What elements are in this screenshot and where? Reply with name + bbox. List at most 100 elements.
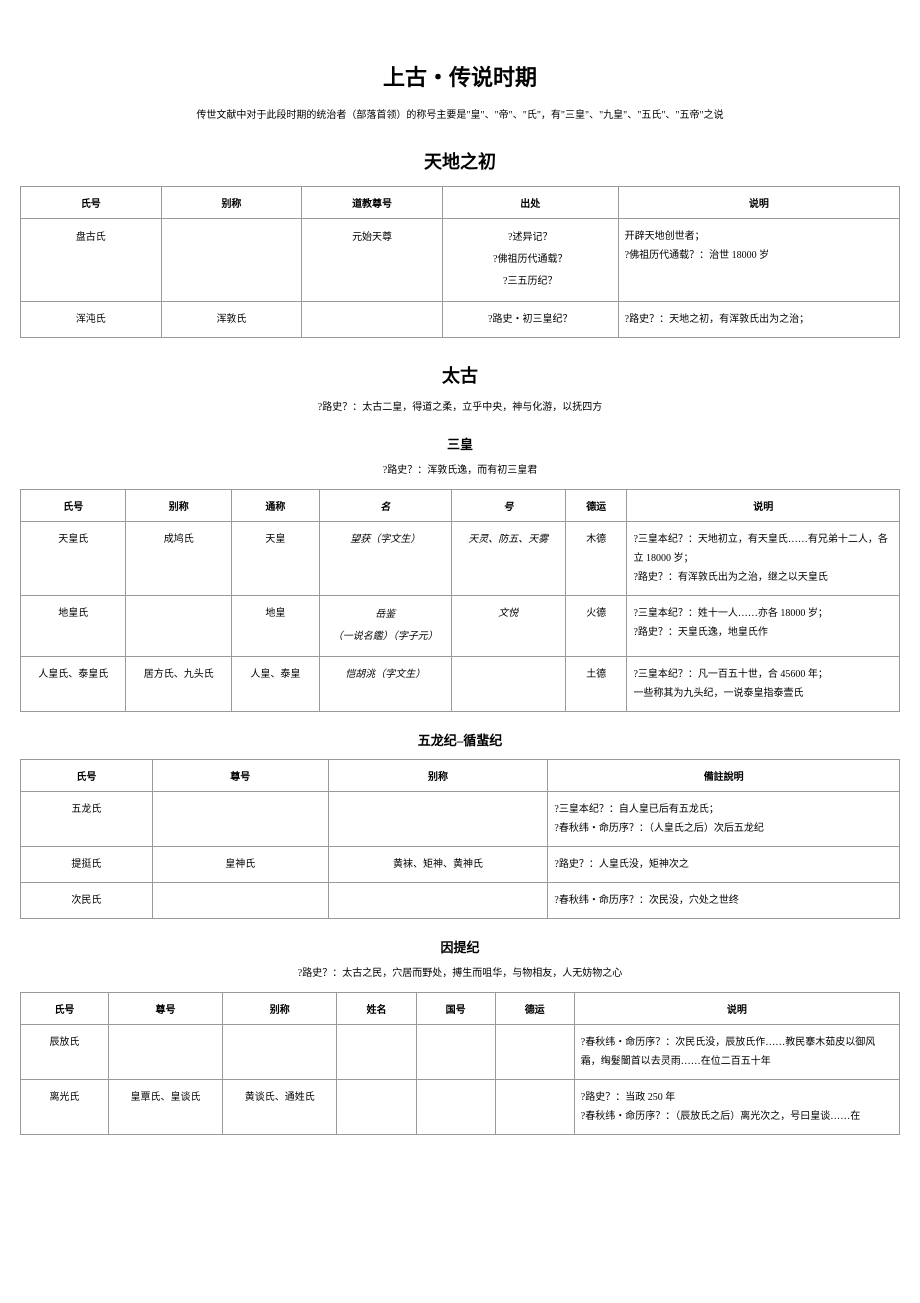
- cell: 成鸠氏: [126, 522, 231, 596]
- table-row: 地皇氏 地皇 岳鉴（一说名鑑）（字子元） 文悦 火德 ?三皇本纪？：姓十一人………: [21, 596, 900, 657]
- cell: 元始天尊: [302, 219, 443, 302]
- cell: 居方氏、九头氏: [126, 657, 231, 712]
- cell: 地皇氏: [21, 596, 126, 657]
- cell: 天皇: [231, 522, 319, 596]
- cell: 次民氏: [21, 883, 153, 919]
- th: 尊号: [152, 760, 328, 792]
- cell: ?三皇本纪？：凡一百五十世，合 45600 年；一些称其为九头纪，一说泰皇指泰壹…: [627, 657, 900, 712]
- th: 国号: [416, 993, 495, 1025]
- cell: 浑敦氏: [161, 302, 302, 338]
- cell: ?述异记？?佛祖历代通载？?三五历纪？: [442, 219, 618, 302]
- cell: 人皇、泰皇: [231, 657, 319, 712]
- th: 德运: [565, 490, 627, 522]
- cell: 黄袜、矩神、黄神氏: [328, 847, 548, 883]
- th: 氏号: [21, 993, 109, 1025]
- th: 出处: [442, 187, 618, 219]
- cell: 五龙氏: [21, 792, 153, 847]
- cell: 土德: [565, 657, 627, 712]
- table-wulong: 氏号 尊号 别称 備註說明 五龙氏 ?三皇本纪？：自人皇已后有五龙氏；?春秋纬・…: [20, 759, 900, 919]
- th: 姓名: [337, 993, 416, 1025]
- th: 德运: [495, 993, 574, 1025]
- cell: 地皇: [231, 596, 319, 657]
- th: 说明: [618, 187, 899, 219]
- cell: ?春秋纬・命历序？：次民氏没，辰放氏作……教民搴木茹皮以御风霜，绹髮闓首以去灵雨…: [574, 1025, 899, 1080]
- intro-text: 传世文献中对于此段时期的统治者（部落首领）的称号主要是"皇"、"帝"、"氏"，有…: [20, 108, 900, 124]
- cell: 黄谈氏、通姓氏: [223, 1080, 337, 1135]
- subheading-sanhuang: 三皇: [20, 434, 900, 453]
- cell: 天皇氏: [21, 522, 126, 596]
- cell: 文悦: [451, 596, 565, 657]
- table-row: 辰放氏 ?春秋纬・命历序？：次民氏没，辰放氏作……教民搴木茹皮以御风霜，绹髮闓首…: [21, 1025, 900, 1080]
- th: 通称: [231, 490, 319, 522]
- cell: 提挺氏: [21, 847, 153, 883]
- table-row: 提挺氏 皇神氏 黄袜、矩神、黄神氏 ?路史？：人皇氏没，矩神次之: [21, 847, 900, 883]
- th: 别称: [161, 187, 302, 219]
- cell: ?路史？：天地之初，有浑敦氏出为之治；: [618, 302, 899, 338]
- table-yinti: 氏号 尊号 别称 姓名 国号 德运 说明 辰放氏 ?春秋纬・命历序？：次民氏没，…: [20, 992, 900, 1135]
- table-row: 次民氏 ?春秋纬・命历序？：次民没，穴处之世终: [21, 883, 900, 919]
- th: 備註說明: [548, 760, 900, 792]
- cell: 皇覃氏、皇谈氏: [108, 1080, 222, 1135]
- table-row: 浑沌氏 浑敦氏 ?路史・初三皇纪？ ?路史？：天地之初，有浑敦氏出为之治；: [21, 302, 900, 338]
- th: 说明: [574, 993, 899, 1025]
- cell: 天灵、防五、天雾: [451, 522, 565, 596]
- cell: [416, 1080, 495, 1135]
- table-row: 离光氏 皇覃氏、皇谈氏 黄谈氏、通姓氏 ?路史？：当政 250 年?春秋纬・命历…: [21, 1080, 900, 1135]
- th: 别称: [126, 490, 231, 522]
- cell: [495, 1080, 574, 1135]
- cell: 浑沌氏: [21, 302, 162, 338]
- th: 道教尊号: [302, 187, 443, 219]
- cell: ?春秋纬・命历序？：次民没，穴处之世终: [548, 883, 900, 919]
- table-tiandi: 氏号 别称 道教尊号 出处 说明 盘古氏 元始天尊 ?述异记？?佛祖历代通载？?…: [20, 186, 900, 338]
- cell: [337, 1025, 416, 1080]
- th: 说明: [627, 490, 900, 522]
- cell: [328, 883, 548, 919]
- th: 氏号: [21, 187, 162, 219]
- cell: [161, 219, 302, 302]
- subheading-wulong: 五龙纪–循蜚纪: [20, 730, 900, 749]
- cell: [152, 792, 328, 847]
- cell: ?三皇本纪？：姓十一人……亦各 18000 岁；?路史？：天皇氏逸，地皇氏作: [627, 596, 900, 657]
- table-sanhuang: 氏号 别称 通称 名 号 德运 说明 天皇氏 成鸠氏 天皇 望获（字文生） 天灵…: [20, 489, 900, 712]
- cell: ?三皇本纪？：天地初立，有天皇氏……有兄弟十二人，各立 18000 岁；?路史？…: [627, 522, 900, 596]
- cell: ?路史？：当政 250 年?春秋纬・命历序？：（辰放氏之后）离光次之，号曰皇谈……: [574, 1080, 899, 1135]
- cell: ?三皇本纪？：自人皇已后有五龙氏；?春秋纬・命历序？：（人皇氏之后）次后五龙纪: [548, 792, 900, 847]
- note-sanhuang: ?路史？：浑敦氏逸，而有初三皇君: [20, 463, 900, 479]
- cell: [126, 596, 231, 657]
- cell: ?路史？：人皇氏没，矩神次之: [548, 847, 900, 883]
- th: 尊号: [108, 993, 222, 1025]
- table-row: 人皇氏、泰皇氏 居方氏、九头氏 人皇、泰皇 恺胡洮（字文生） 土德 ?三皇本纪？…: [21, 657, 900, 712]
- table-row: 天皇氏 成鸠氏 天皇 望获（字文生） 天灵、防五、天雾 木德 ?三皇本纪？：天地…: [21, 522, 900, 596]
- cell: 恺胡洮（字文生）: [319, 657, 451, 712]
- cell: [108, 1025, 222, 1080]
- cell: [495, 1025, 574, 1080]
- cell: [337, 1080, 416, 1135]
- note-yinti: ?路史？：太古之民，穴居而野处，搏生而咀华，与物相友，人无妨物之心: [20, 966, 900, 982]
- cell: 木德: [565, 522, 627, 596]
- page-title: 上古・传说时期: [20, 60, 900, 92]
- note-taigu: ?路史？：太古二皇，得道之柔，立乎中央，神与化游，以抚四方: [20, 400, 900, 416]
- th: 别称: [328, 760, 548, 792]
- cell: 岳鉴（一说名鑑）（字子元）: [319, 596, 451, 657]
- cell: ?路史・初三皇纪？: [442, 302, 618, 338]
- subheading-yinti: 因提纪: [20, 937, 900, 956]
- section-heading-taigu: 太古: [20, 362, 900, 388]
- cell: [451, 657, 565, 712]
- th: 氏号: [21, 760, 153, 792]
- th: 别称: [223, 993, 337, 1025]
- cell: 辰放氏: [21, 1025, 109, 1080]
- cell: 开辟天地创世者；?佛祖历代通载？：治世 18000 岁: [618, 219, 899, 302]
- cell: [302, 302, 443, 338]
- section-heading-tiandi: 天地之初: [20, 148, 900, 174]
- cell: [328, 792, 548, 847]
- th: 名: [319, 490, 451, 522]
- cell: 火德: [565, 596, 627, 657]
- cell: 人皇氏、泰皇氏: [21, 657, 126, 712]
- cell: 离光氏: [21, 1080, 109, 1135]
- table-row: 五龙氏 ?三皇本纪？：自人皇已后有五龙氏；?春秋纬・命历序？：（人皇氏之后）次后…: [21, 792, 900, 847]
- cell: [223, 1025, 337, 1080]
- th: 氏号: [21, 490, 126, 522]
- cell: [152, 883, 328, 919]
- cell: [416, 1025, 495, 1080]
- cell: 盘古氏: [21, 219, 162, 302]
